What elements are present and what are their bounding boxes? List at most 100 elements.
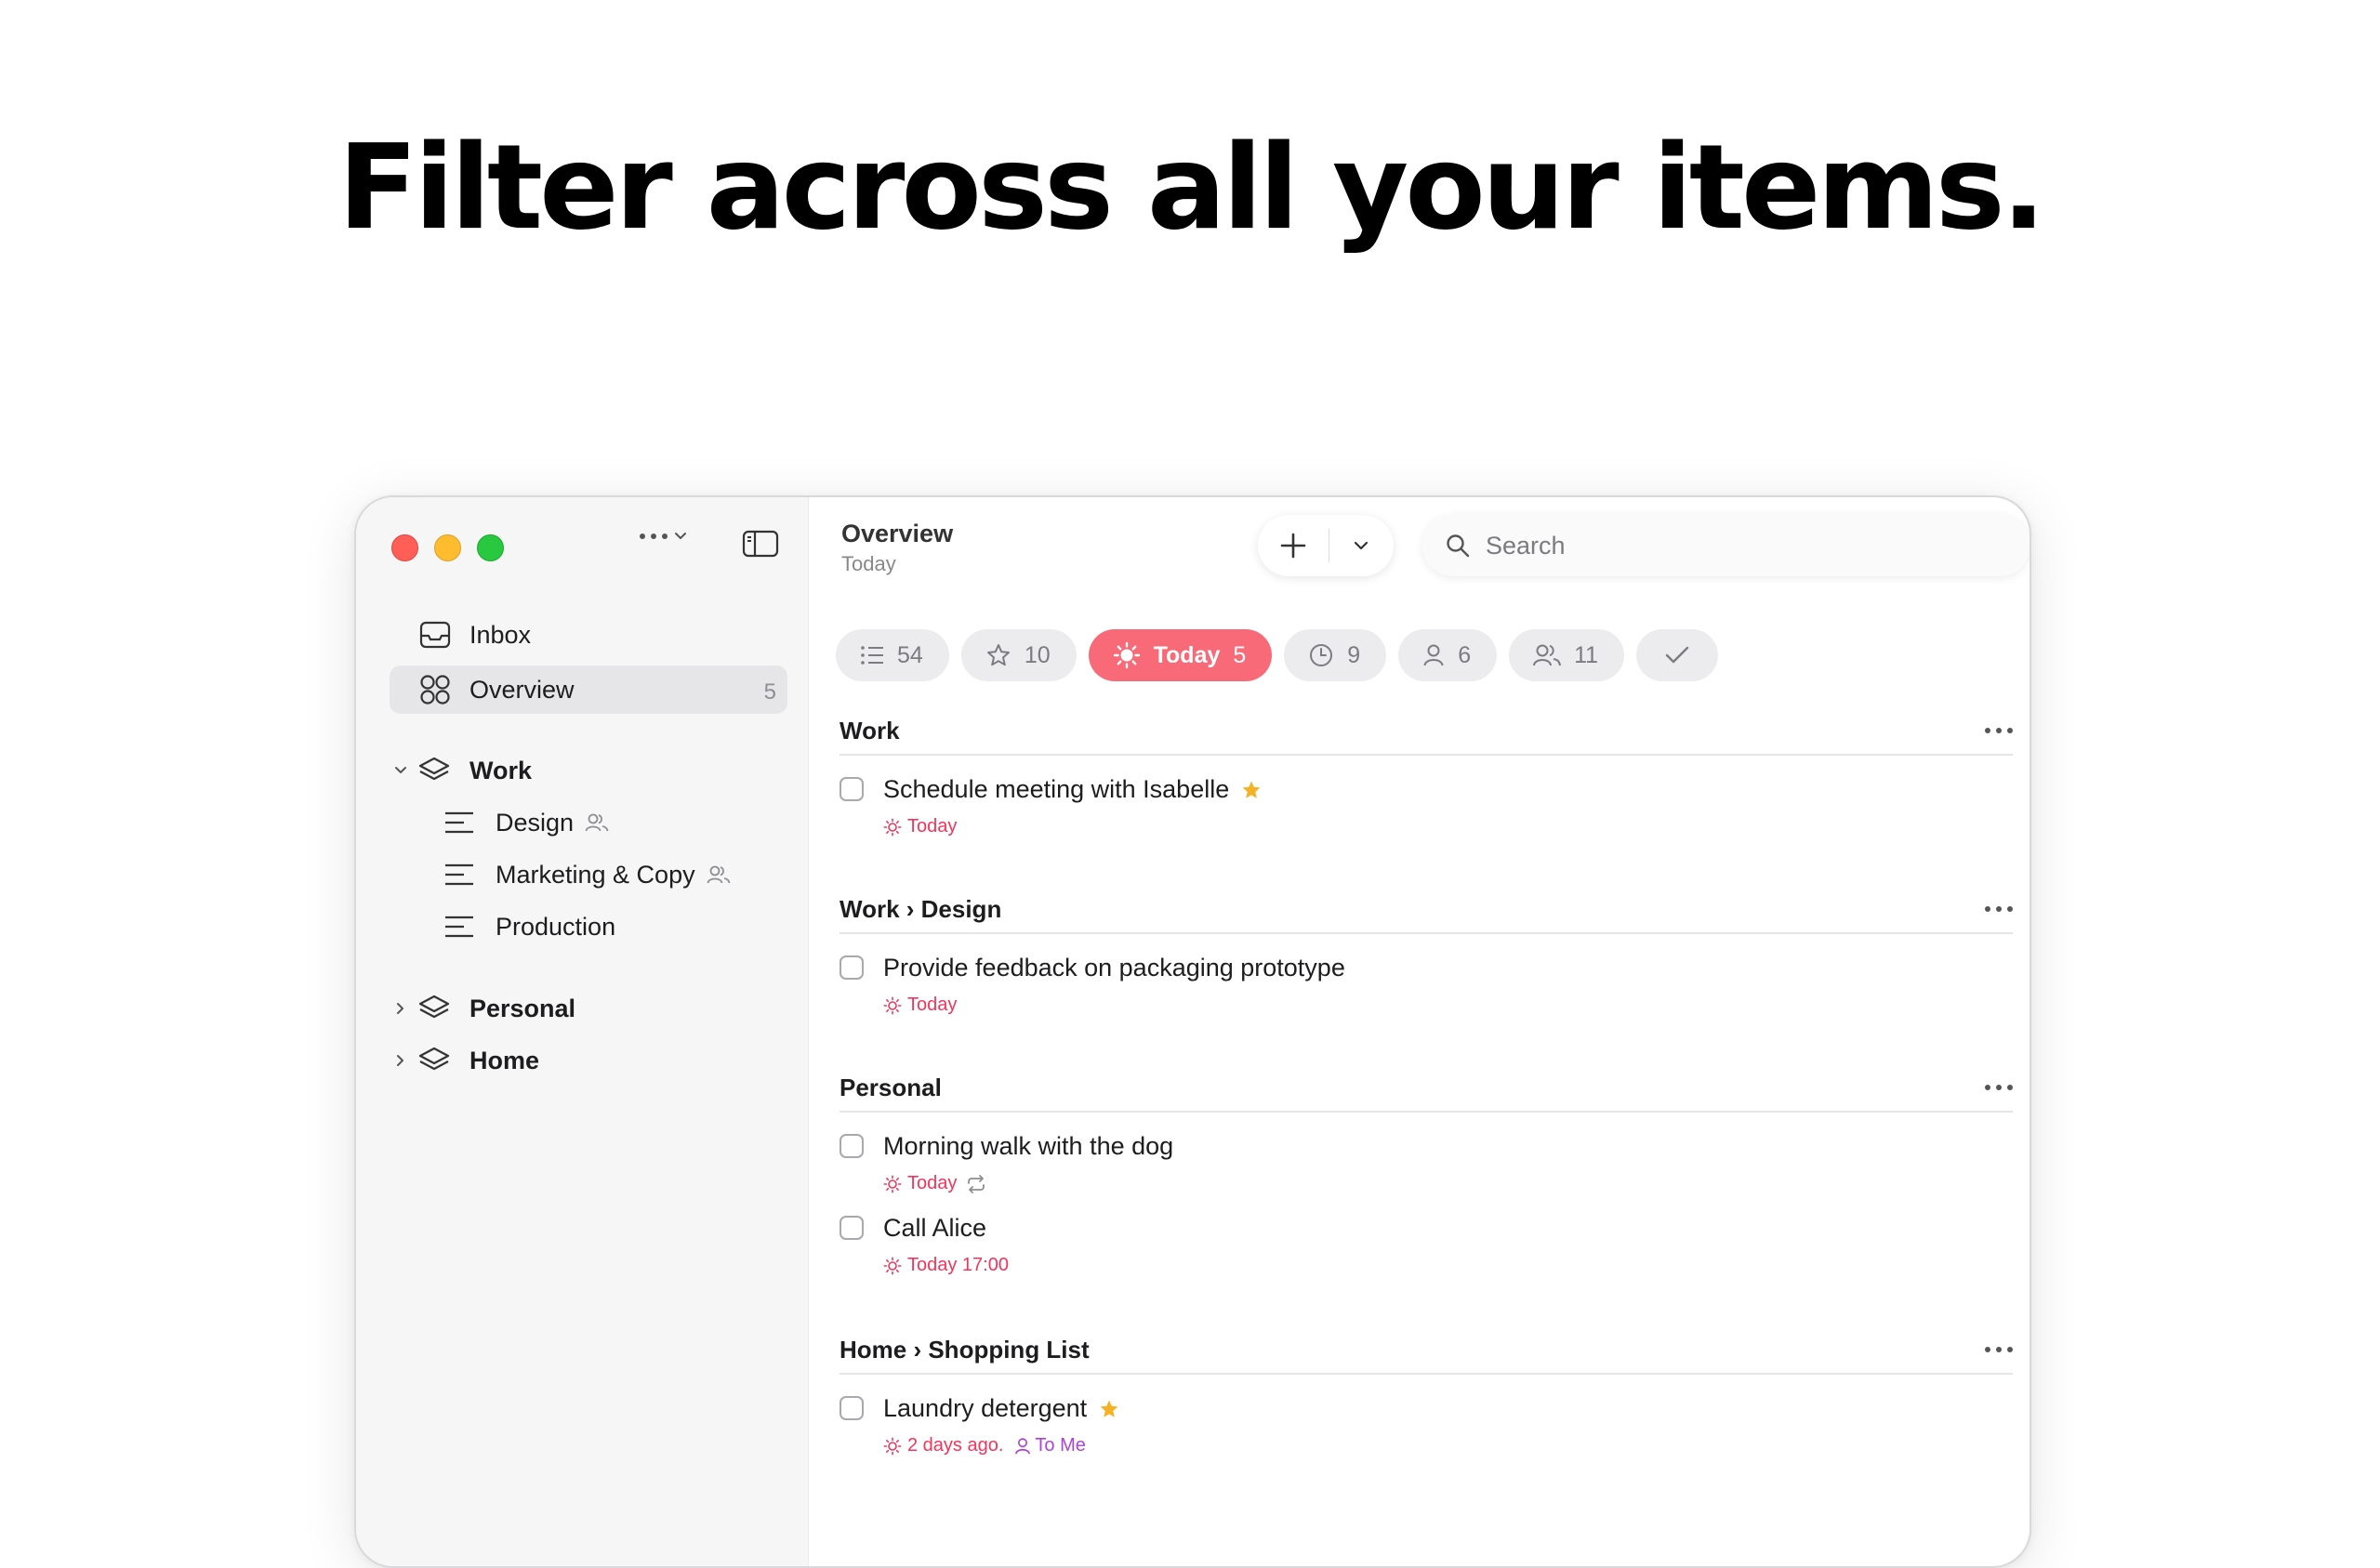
filter-completed-chip[interactable] — [1636, 629, 1719, 681]
sidebar-item-label: Production — [496, 912, 616, 941]
chevron-down-icon — [1354, 541, 1368, 550]
section-more-button[interactable] — [1985, 1347, 2013, 1352]
task-title: Laundry detergent — [883, 1394, 1088, 1422]
app-window: Inbox Overview 5 Work Design Marketing &… — [354, 495, 2031, 1568]
filter-label: Today — [1153, 641, 1221, 668]
checkmark-icon — [1665, 646, 1689, 664]
section-more-button[interactable] — [1985, 1085, 2013, 1090]
sidebar-toggle-icon — [742, 530, 779, 558]
task-due: 2 days ago. — [907, 1435, 1004, 1456]
section-more-button[interactable] — [1985, 906, 2013, 912]
layers-icon — [418, 995, 450, 1019]
close-window-button[interactable] — [391, 534, 418, 561]
search-bar[interactable] — [1422, 515, 2030, 576]
filter-count: 5 — [1233, 641, 1247, 668]
filter-assigned-chip[interactable]: 6 — [1398, 629, 1498, 681]
task-meta: 2 days ago. To Me — [883, 1435, 1086, 1456]
task-checkbox[interactable] — [840, 1396, 864, 1420]
filter-today-chip[interactable]: Today 5 — [1088, 629, 1273, 681]
section-title: Personal — [840, 1073, 942, 1101]
star-icon — [1242, 781, 1261, 798]
sun-icon — [883, 818, 902, 836]
main-content: Overview Today 54 — [809, 497, 2030, 1566]
task-checkbox[interactable] — [840, 1134, 864, 1158]
task-title: Morning walk with the dog — [883, 1132, 1174, 1160]
filter-count: 6 — [1458, 641, 1472, 668]
task-due: Today — [907, 816, 958, 837]
sidebar-item-label: Marketing & Copy — [496, 860, 695, 889]
filter-count: 54 — [897, 641, 923, 668]
filter-shared-chip[interactable]: 11 — [1509, 629, 1625, 681]
chevron-right-icon[interactable] — [393, 1001, 408, 1016]
sidebar-item-design[interactable]: Design — [443, 798, 609, 847]
sidebar-toggle-button[interactable] — [742, 530, 779, 562]
shared-icon — [707, 865, 730, 884]
sidebar-item-overview[interactable]: Overview — [419, 665, 575, 714]
search-icon — [1447, 534, 1470, 558]
task-section: Home › Shopping List Laundry detergent 2… — [840, 1326, 2013, 1466]
task-title: Call Alice — [883, 1214, 987, 1242]
overview-icon — [420, 675, 450, 705]
task-row[interactable]: Call Alice Today 17:00 — [840, 1204, 2013, 1285]
task-title-wrap: Call Alice — [883, 1214, 986, 1243]
sidebar-item-marketing[interactable]: Marketing & Copy — [443, 850, 731, 899]
people-icon — [1533, 644, 1562, 666]
person-icon — [1015, 1437, 1031, 1455]
assignee-label: To Me — [1035, 1435, 1086, 1456]
task-title: Provide feedback on packaging prototype — [883, 954, 1345, 982]
task-section: Work Schedule meeting with Isabelle Toda… — [840, 707, 2013, 847]
sidebar-item-home[interactable]: Home — [393, 1036, 539, 1085]
task-row[interactable]: Laundry detergent 2 days ago. To Me — [840, 1384, 2013, 1466]
chevron-down-icon[interactable] — [393, 765, 408, 776]
task-checkbox[interactable] — [840, 955, 864, 980]
task-row[interactable]: Morning walk with the dog Today — [840, 1122, 2013, 1204]
section-more-button[interactable] — [1985, 728, 2013, 733]
plus-icon — [1280, 533, 1306, 559]
task-row[interactable]: Provide feedback on packaging prototype … — [840, 943, 2013, 1025]
sidebar-more-menu[interactable] — [640, 531, 688, 542]
section-title: Work — [840, 716, 900, 744]
filter-count: 9 — [1347, 641, 1361, 668]
page-header: Overview Today — [841, 520, 953, 576]
chevron-right-icon[interactable] — [393, 1053, 408, 1068]
list-icon — [445, 916, 473, 938]
sidebar-item-work[interactable]: Work — [393, 746, 532, 795]
task-assignee: To Me — [1014, 1435, 1086, 1456]
task-title-wrap: Morning walk with the dog — [883, 1132, 1173, 1161]
task-checkbox[interactable] — [840, 1216, 864, 1240]
sidebar-item-label: Design — [496, 808, 575, 837]
task-checkbox[interactable] — [840, 777, 864, 801]
page-subtitle: Today — [841, 552, 896, 575]
sidebar-item-production[interactable]: Production — [443, 903, 615, 951]
task-due: Today — [907, 1173, 958, 1193]
filter-starred-chip[interactable]: 10 — [960, 629, 1077, 681]
star-icon — [986, 644, 1010, 666]
overview-count: 5 — [763, 679, 776, 705]
task-row[interactable]: Schedule meeting with Isabelle Today — [840, 765, 2013, 847]
sun-icon — [1113, 641, 1140, 669]
task-meta: Today — [883, 816, 957, 837]
layers-icon — [418, 757, 450, 781]
inbox-icon — [419, 621, 451, 649]
sidebar-item-label: Overview — [469, 675, 575, 704]
task-meta: Today — [883, 995, 957, 1016]
add-options-button[interactable] — [1329, 515, 1393, 576]
filter-all-chip[interactable]: 54 — [836, 629, 949, 681]
filter-bar: 54 10 Today 5 9 6 11 — [836, 629, 1719, 681]
sidebar-item-personal[interactable]: Personal — [393, 984, 575, 1033]
star-icon — [1100, 1400, 1118, 1417]
filter-count: 11 — [1574, 641, 1599, 668]
filter-scheduled-chip[interactable]: 9 — [1284, 629, 1387, 681]
section-header: Home › Shopping List — [840, 1326, 2013, 1375]
add-button-group — [1258, 515, 1394, 576]
task-meta: Today — [883, 1173, 986, 1194]
minimize-window-button[interactable] — [434, 534, 461, 561]
sidebar-item-inbox[interactable]: Inbox — [419, 611, 531, 659]
sidebar-item-label: Personal — [469, 994, 576, 1022]
add-item-button[interactable] — [1258, 515, 1329, 576]
task-title-wrap: Laundry detergent — [883, 1394, 1120, 1423]
person-icon — [1423, 644, 1444, 666]
search-input[interactable] — [1484, 530, 2008, 561]
zoom-window-button[interactable] — [477, 534, 504, 561]
section-title: Home › Shopping List — [840, 1335, 1090, 1364]
